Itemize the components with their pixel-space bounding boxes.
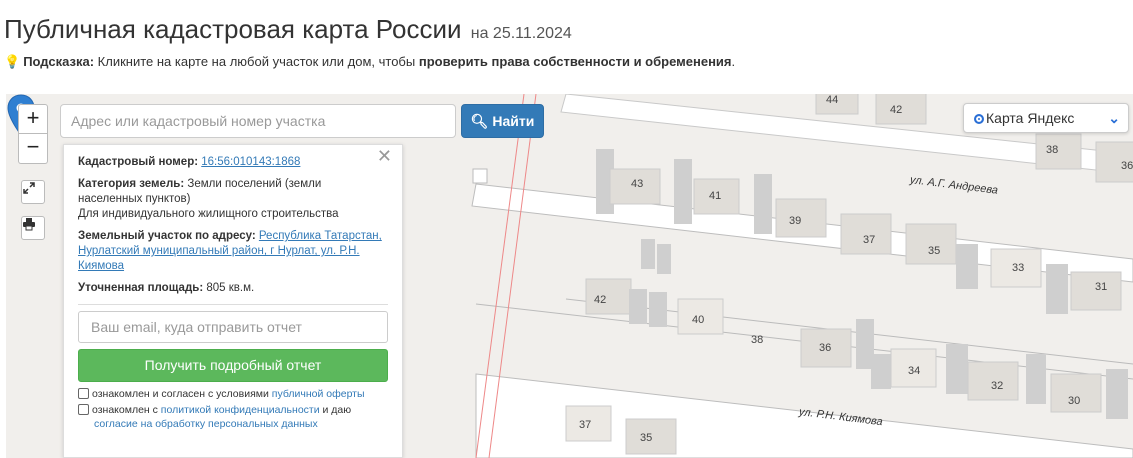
category-label: Категория земель: — [78, 178, 185, 190]
consent-privacy-after: и даю — [319, 404, 352, 416]
hint-emphasis: проверить права собственности и обремене… — [418, 54, 732, 69]
zoom-out-button[interactable]: − — [18, 134, 48, 164]
house-number: 34 — [908, 365, 921, 377]
email-field[interactable] — [78, 311, 388, 343]
house-number: 44 — [826, 94, 839, 106]
cadastral-label: Кадастровый номер: — [78, 156, 199, 168]
house-number: 40 — [692, 314, 705, 326]
house-number: 37 — [863, 234, 876, 246]
house-number: 39 — [789, 215, 802, 227]
hint-text: Кликните на карте на любой участок или д… — [94, 54, 419, 69]
search-button-label: Найти — [492, 113, 535, 129]
lightbulb-icon: 💡 — [4, 54, 21, 69]
cadastral-link[interactable]: 16:56:010143:1868 — [201, 156, 300, 168]
map[interactable]: 44 42 38 36 43 41 39 37 35 33 31 42 40 3… — [6, 94, 1133, 458]
info-panel: ✕ Кадастровый номер: 16:56:010143:1868 К… — [63, 144, 403, 458]
page-date: на 25.11.2024 — [470, 25, 572, 42]
fullscreen-button[interactable] — [21, 180, 45, 204]
expand-icon — [23, 182, 35, 194]
search-input[interactable] — [60, 104, 456, 138]
house-number: 30 — [1068, 395, 1081, 407]
consent-offer-row: ознакомлен и согласен с условиями публич… — [78, 387, 388, 401]
house-number: 37 — [579, 419, 592, 431]
chevron-down-icon: ⌄ — [1108, 110, 1120, 126]
hint-line: 💡 Подсказка: Кликните на карте на любой у… — [4, 54, 735, 70]
consent-privacy-line2: согласие на обработку персональных данны… — [78, 417, 388, 431]
consent-privacy-text: ознакомлен с — [92, 404, 161, 416]
search-icon: 🔍︎ — [470, 113, 489, 129]
address-label: Земельный участок по адресу: — [78, 230, 256, 242]
consent-privacy-row: ознакомлен с политикой конфиденциальност… — [78, 403, 388, 431]
layer-select[interactable]: Карта Яндекс ⌄ — [963, 103, 1129, 133]
house-number: 36 — [1121, 160, 1133, 172]
house-number: 31 — [1095, 281, 1108, 293]
get-report-button[interactable]: Получить подробный отчет — [78, 349, 388, 382]
category-row: Категория земель: Земли поселений (земли… — [78, 177, 388, 222]
close-icon[interactable]: ✕ — [377, 147, 392, 165]
house-number: 35 — [640, 432, 653, 444]
house-number: 41 — [709, 190, 722, 202]
consent-offer-text: ознакомлен и согласен с условиями — [92, 388, 272, 400]
radio-icon — [974, 114, 984, 124]
offer-checkbox[interactable] — [78, 388, 89, 399]
privacy-checkbox[interactable] — [78, 404, 89, 415]
area-label: Уточненная площадь: — [78, 282, 204, 294]
printer-icon — [23, 218, 35, 231]
page-title-text: Публичная кадастровая карта России — [4, 14, 462, 44]
house-number: 35 — [928, 245, 941, 257]
consent-processing-link[interactable]: согласие на обработку персональных данны… — [94, 418, 318, 430]
house-number: 43 — [631, 178, 644, 190]
layer-select-value: Карта Яндекс — [986, 110, 1075, 126]
search-button[interactable]: 🔍︎ Найти — [461, 104, 544, 138]
area-row: Уточненная площадь: 805 кв.м. — [78, 281, 388, 296]
house-number: 38 — [751, 334, 764, 346]
hint-end: . — [731, 54, 736, 69]
house-number: 42 — [594, 294, 607, 306]
cadastral-row: Кадастровый номер: 16:56:010143:1868 — [78, 155, 388, 170]
house-number: 42 — [890, 104, 903, 116]
usage-value: Для индивидуального жилищного строительс… — [78, 208, 339, 220]
zoom-in-button[interactable]: + — [18, 104, 48, 134]
area-value: 805 кв.м. — [206, 282, 255, 294]
house-number: 32 — [991, 380, 1004, 392]
privacy-link[interactable]: политикой конфиденциальности — [161, 404, 320, 416]
offer-link[interactable]: публичной оферты — [272, 388, 365, 400]
divider — [78, 304, 388, 305]
page-title: Публичная кадастровая карта России на 25… — [4, 14, 572, 45]
house-number: 36 — [819, 342, 832, 354]
house-number: 38 — [1046, 144, 1059, 156]
house-number: 33 — [1012, 262, 1025, 274]
hint-label: Подсказка: — [23, 54, 95, 69]
print-button[interactable] — [21, 216, 45, 240]
address-row: Земельный участок по адресу: Республика … — [78, 229, 388, 274]
